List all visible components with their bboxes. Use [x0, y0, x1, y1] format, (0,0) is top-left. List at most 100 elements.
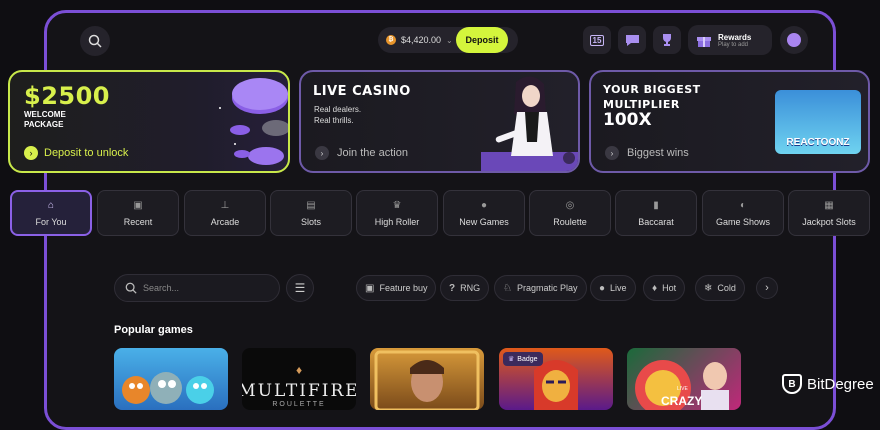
- chips-illustration: [219, 78, 288, 165]
- flame-icon: ♦: [652, 282, 658, 294]
- search-icon: [125, 282, 137, 294]
- tab-new-games[interactable]: ● New Games: [443, 190, 525, 236]
- gift-icon: [697, 37, 711, 47]
- chip-label: RNG: [460, 283, 481, 293]
- game-tile-crazy-time[interactable]: LIVE CRAZY: [627, 348, 741, 410]
- multiplier-promo-card[interactable]: YOUR BIGGEST MULTIPLIER 100X › Biggest w…: [589, 70, 870, 173]
- game-tile-multifire-roulette[interactable]: ♦ MULTIFIRE ROULETTE: [242, 348, 356, 410]
- game-title: MULTIFIRE: [242, 381, 356, 401]
- reactoonz-thumbnail: [122, 372, 214, 404]
- trophy-button[interactable]: [653, 26, 681, 54]
- watermark-text: BitDegree: [807, 375, 874, 393]
- tab-arcade[interactable]: ⊥ Arcade: [184, 190, 266, 236]
- jackpot-icon: ▦: [824, 199, 834, 211]
- chip-cold[interactable]: ❄ Cold: [695, 275, 745, 301]
- tab-label: Recent: [123, 216, 153, 227]
- tab-roulette[interactable]: ◎ Roulette: [529, 190, 611, 236]
- biggest-wins-link[interactable]: › Biggest wins: [605, 146, 689, 160]
- trophy-icon: [663, 34, 671, 46]
- deposit-button[interactable]: Deposit: [456, 27, 508, 53]
- chip-label: Hot: [662, 283, 677, 293]
- tab-recent[interactable]: ▣ Recent: [97, 190, 179, 236]
- chevron-right-icon: ›: [605, 146, 619, 160]
- dealer-icon: ●: [599, 282, 606, 294]
- calendar-icon: 15: [589, 34, 605, 46]
- rewards-button[interactable]: Rewards Play to add: [688, 25, 772, 55]
- chevron-right-icon: ›: [765, 282, 769, 294]
- chat-button[interactable]: [618, 26, 646, 54]
- snowflake-icon: ❄: [704, 282, 713, 294]
- profile-avatar[interactable]: [780, 26, 808, 54]
- sliders-icon: ☰: [294, 281, 306, 295]
- welcome-cta-label: Deposit to unlock: [44, 147, 129, 159]
- bitdegree-watermark: B BitDegree: [782, 374, 874, 394]
- dealer-illustration: [481, 76, 578, 171]
- welcome-promo-card[interactable]: $2500 WELCOME PACKAGE › Deposit to unloc…: [8, 70, 290, 173]
- live-casino-cta-label: Join the action: [337, 147, 408, 159]
- tab-game-shows[interactable]: ◐ Game Shows: [702, 190, 784, 236]
- reactoonz-logo-text: REACTOONZ: [786, 137, 850, 148]
- pragmatic-play-icon: ♘: [503, 282, 512, 294]
- calendar-button[interactable]: 15: [583, 26, 611, 54]
- cards-icon: ▣: [133, 199, 143, 211]
- multifire-flame-icon: ♦: [295, 363, 303, 377]
- search-input[interactable]: Search...: [114, 274, 280, 302]
- chip-label: Pragmatic Play: [516, 283, 578, 293]
- chip-label: Cold: [717, 283, 736, 293]
- game-tile-book-of-dead[interactable]: [370, 348, 484, 410]
- reactoonz-logo: REACTOONZ: [775, 90, 861, 154]
- live-casino-description: Real dealers. Real thrills.: [314, 105, 362, 125]
- popular-games-title: Popular games: [114, 324, 193, 336]
- feature-buy-icon: ▣: [365, 282, 375, 294]
- tab-for-you[interactable]: ⌂ For You: [10, 190, 92, 236]
- filter-settings-button[interactable]: ☰: [286, 274, 314, 302]
- roulette-icon: ◎: [565, 199, 575, 211]
- joystick-icon: ⊥: [220, 199, 230, 211]
- live-casino-promo-card[interactable]: LIVE CASINO Real dealers. Real thrills. …: [299, 70, 580, 173]
- bitcoin-icon: ₿: [386, 35, 396, 45]
- chip-hot[interactable]: ♦ Hot: [643, 275, 686, 301]
- game-tile-reactoonz[interactable]: [114, 348, 228, 410]
- game-subtitle: ROULETTE: [272, 401, 326, 408]
- bitdegree-logo-icon: B: [782, 374, 802, 394]
- tab-label: Game Shows: [715, 216, 771, 227]
- chip-live[interactable]: ● Live: [590, 275, 636, 301]
- tab-label: Arcade: [210, 216, 240, 227]
- user-icon: [787, 33, 801, 47]
- chat-icon: [625, 34, 639, 46]
- deposit-to-unlock-link[interactable]: › Deposit to unlock: [24, 146, 128, 160]
- explorer-thumbnail: [374, 350, 480, 410]
- tab-label: For You: [35, 216, 67, 227]
- chips-scroll-right-button[interactable]: ›: [756, 277, 778, 299]
- chip-rng[interactable]: ? RNG: [440, 275, 490, 301]
- badge-label: Badge: [517, 355, 538, 363]
- wheel-icon: ◐: [739, 199, 747, 211]
- tab-baccarat[interactable]: ▮ Baccarat: [615, 190, 697, 236]
- chip-label: Live: [610, 283, 627, 293]
- multiplier-value: 100X: [603, 110, 652, 130]
- tab-slots[interactable]: ▤ Slots: [270, 190, 352, 236]
- tab-label: Slots: [300, 216, 321, 227]
- welcome-amount: $2500: [24, 82, 110, 110]
- rewards-subtitle: Play to add: [718, 41, 749, 48]
- chip-pragmatic-play[interactable]: ♘ Pragmatic Play: [494, 275, 587, 301]
- chevron-right-icon: ›: [315, 146, 329, 160]
- chip-label: Feature buy: [379, 283, 428, 293]
- search-placeholder: Search...: [143, 283, 180, 293]
- game-badge: ♛ Badge: [503, 352, 543, 366]
- tab-jackpot-slots[interactable]: ▦ Jackpot Slots: [788, 190, 870, 236]
- crown-icon: ♛: [392, 199, 402, 211]
- join-the-action-link[interactable]: › Join the action: [315, 146, 408, 160]
- tab-label: Jackpot Slots: [802, 216, 856, 227]
- balance-amount: $4,420.00: [401, 35, 442, 45]
- chevron-right-icon: ›: [24, 146, 38, 160]
- tab-high-roller[interactable]: ♛ High Roller: [356, 190, 438, 236]
- game-subtitle: LIVE: [677, 386, 688, 392]
- search-button[interactable]: [80, 26, 110, 56]
- slot-machine-icon: ▤: [306, 199, 316, 211]
- chip-feature-buy[interactable]: ▣ Feature buy: [356, 275, 437, 301]
- question-icon: ?: [449, 282, 456, 294]
- trophy-icon: ♛: [508, 356, 515, 363]
- game-tile-egyptian[interactable]: ♛ Badge: [499, 348, 613, 410]
- top-bar: ₿ $4,420.00 ⌄ Deposit 15 Rewards Play to…: [0, 0, 880, 64]
